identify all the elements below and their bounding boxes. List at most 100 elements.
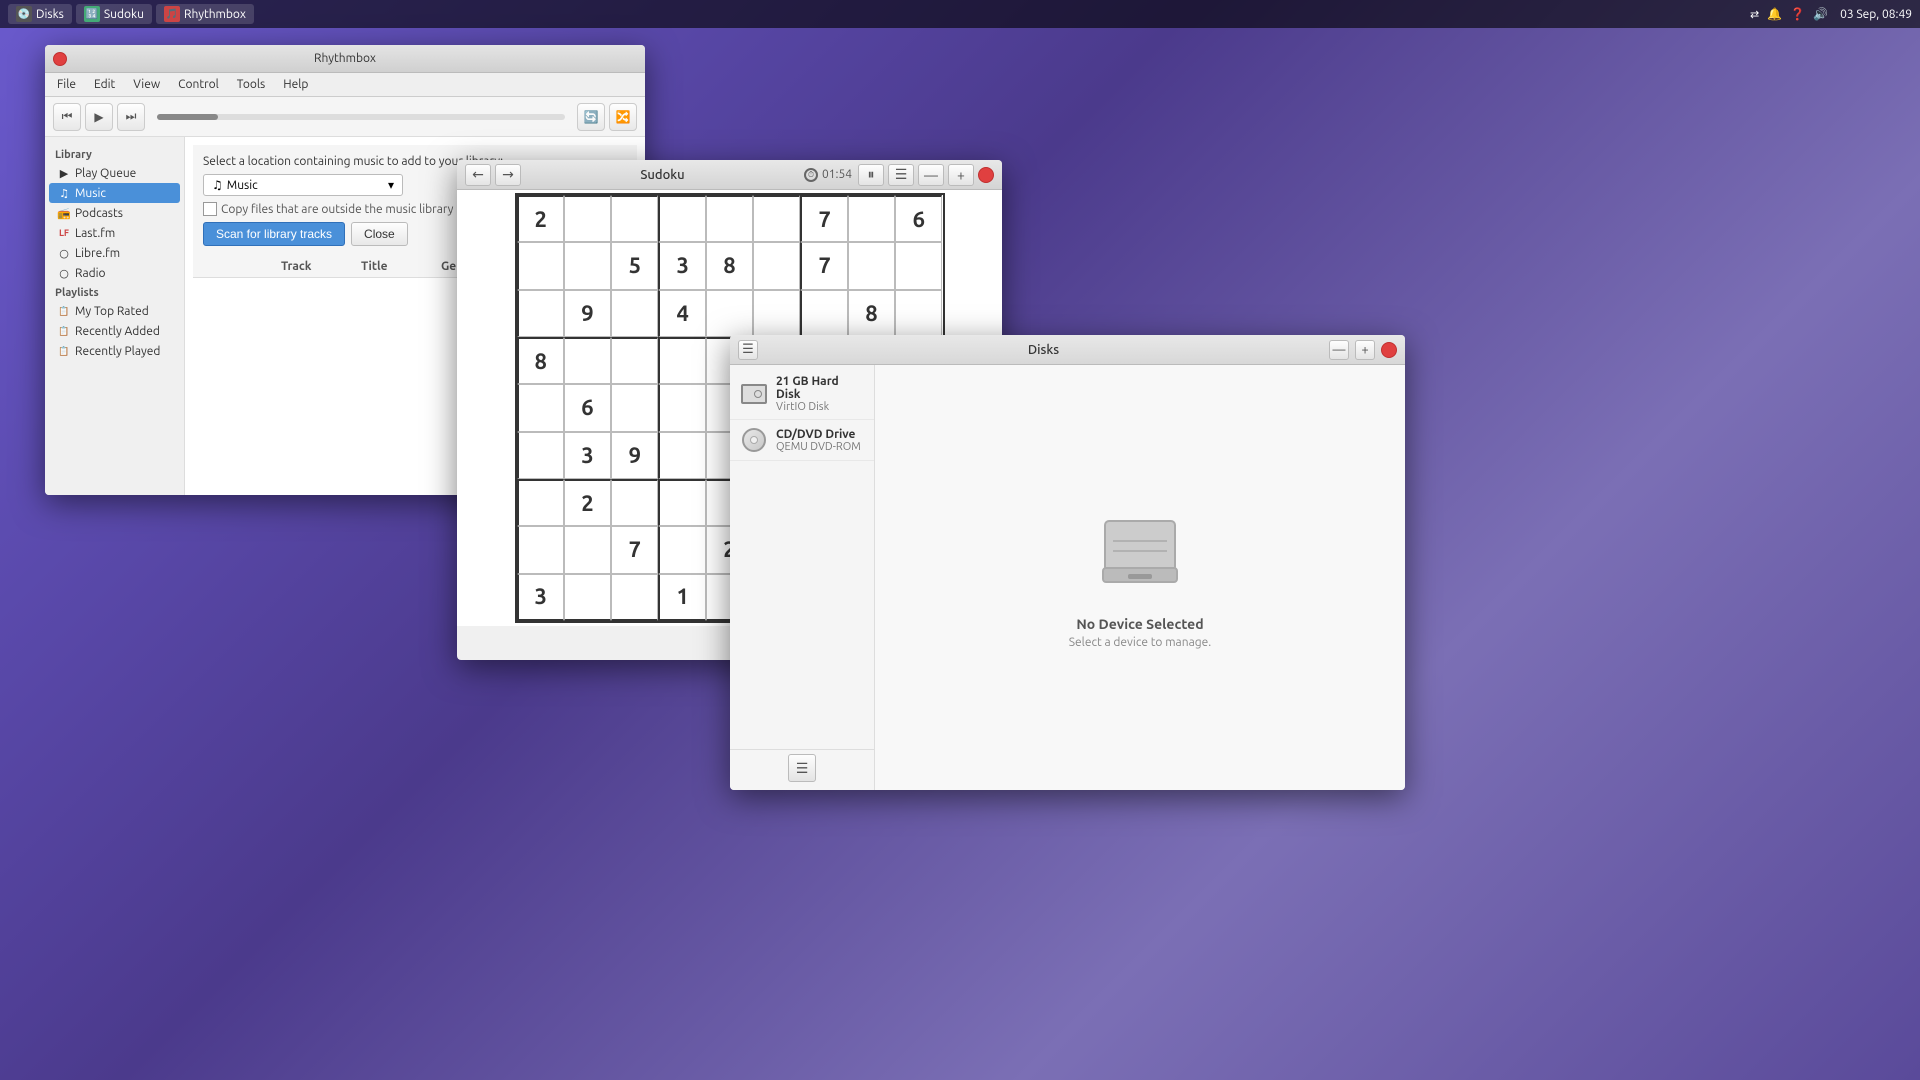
sudoku-cell-2-6[interactable]	[800, 290, 847, 337]
rb-shuffle-button[interactable]: 🔀	[609, 103, 637, 131]
sudoku-cell-2-3[interactable]: 4	[658, 290, 705, 337]
sudoku-cell-0-7[interactable]	[848, 195, 895, 242]
disks-toolbar-menu-icon[interactable]: ☰	[788, 754, 816, 782]
sudoku-cell-6-1[interactable]: 2	[564, 479, 611, 526]
disks-close-button[interactable]: ✕	[1381, 342, 1397, 358]
cdrom-sub: QEMU DVD-ROM	[776, 441, 864, 453]
rb-menu-view[interactable]: View	[125, 76, 168, 93]
sudoku-cell-1-6[interactable]: 7	[800, 242, 847, 289]
sudoku-cell-4-0[interactable]	[517, 384, 564, 431]
sudoku-cell-2-5[interactable]	[753, 290, 800, 337]
sudoku-cell-0-4[interactable]	[706, 195, 753, 242]
sudoku-cell-3-3[interactable]	[658, 337, 705, 384]
rhythmbox-close-button[interactable]	[53, 52, 67, 66]
sudoku-cell-0-3[interactable]	[658, 195, 705, 242]
sudoku-back-button[interactable]: ←	[465, 164, 491, 186]
disks-maximize-button[interactable]: +	[1355, 340, 1375, 360]
sudoku-cell-1-1[interactable]	[564, 242, 611, 289]
sudoku-cell-6-2[interactable]	[611, 479, 658, 526]
rb-menu-control[interactable]: Control	[170, 76, 227, 93]
sudoku-pause-button[interactable]: ⏸	[858, 164, 884, 186]
sidebar-item-play-queue[interactable]: ▶ Play Queue	[49, 163, 180, 183]
sidebar-item-top-rated[interactable]: 📋 My Top Rated	[49, 301, 180, 321]
sudoku-cell-1-3[interactable]: 3	[658, 242, 705, 289]
sudoku-cell-5-2[interactable]: 9	[611, 432, 658, 479]
sudoku-timer-value: 01:54	[822, 168, 852, 181]
sudoku-menu-button[interactable]: ☰	[888, 164, 914, 186]
rb-menu-tools[interactable]: Tools	[229, 76, 274, 93]
taskbar-app-rhythmbox[interactable]: 🎵 Rhythmbox	[156, 4, 254, 24]
rb-progress-bar[interactable]	[157, 114, 565, 120]
sudoku-cell-0-0[interactable]: 2	[517, 195, 564, 242]
sudoku-cell-8-2[interactable]	[611, 574, 658, 621]
sudoku-cell-0-8[interactable]: 6	[895, 195, 942, 242]
disks-device-cdrom[interactable]: CD/DVD Drive QEMU DVD-ROM	[730, 420, 874, 461]
sudoku-cell-1-5[interactable]	[753, 242, 800, 289]
sudoku-cell-3-1[interactable]	[564, 337, 611, 384]
sidebar-item-music[interactable]: ♫ Music	[49, 183, 180, 203]
sudoku-cell-1-7[interactable]	[848, 242, 895, 289]
sidebar-item-recently-played[interactable]: 📋 Recently Played	[49, 341, 180, 361]
import-location-value: Music	[227, 179, 258, 192]
sudoku-forward-button[interactable]: →	[495, 164, 521, 186]
sudoku-cell-0-2[interactable]	[611, 195, 658, 242]
sudoku-cell-8-0[interactable]: 3	[517, 574, 564, 621]
sudoku-cell-2-4[interactable]	[706, 290, 753, 337]
disks-menu-button[interactable]: ☰	[738, 340, 758, 360]
cdrom-device-icon	[740, 426, 768, 454]
rb-prev-button[interactable]: ⏮	[53, 103, 81, 131]
sudoku-cell-2-8[interactable]	[895, 290, 942, 337]
sudoku-cell-8-1[interactable]	[564, 574, 611, 621]
sudoku-cell-2-0[interactable]	[517, 290, 564, 337]
sidebar-item-recently-added[interactable]: 📋 Recently Added	[49, 321, 180, 341]
sudoku-cell-2-1[interactable]: 9	[564, 290, 611, 337]
sidebar-item-podcasts[interactable]: 📻 Podcasts	[49, 203, 180, 223]
sudoku-cell-0-6[interactable]: 7	[800, 195, 847, 242]
sudoku-cell-5-0[interactable]	[517, 432, 564, 479]
disks-device-hdd[interactable]: 21 GB Hard Disk VirtIO Disk	[730, 369, 874, 420]
rhythmbox-toolbar: ⏮ ▶ ⏭ 🔄 🔀	[45, 97, 645, 137]
sudoku-cell-6-3[interactable]	[658, 479, 705, 526]
close-import-button[interactable]: Close	[351, 222, 408, 246]
sudoku-maximize-button[interactable]: +	[948, 164, 974, 186]
sudoku-cell-0-5[interactable]	[753, 195, 800, 242]
sudoku-cell-3-2[interactable]	[611, 337, 658, 384]
sudoku-cell-4-3[interactable]	[658, 384, 705, 431]
rb-repeat-button[interactable]: 🔄	[577, 103, 605, 131]
rb-play-button[interactable]: ▶	[85, 103, 113, 131]
rb-menu-edit[interactable]: Edit	[86, 76, 123, 93]
sudoku-cell-2-7[interactable]: 8	[848, 290, 895, 337]
sudoku-cell-1-0[interactable]	[517, 242, 564, 289]
sudoku-cell-4-2[interactable]	[611, 384, 658, 431]
sudoku-cell-1-8[interactable]	[895, 242, 942, 289]
sudoku-cell-8-3[interactable]: 1	[658, 574, 705, 621]
scan-tracks-button[interactable]: Scan for library tracks	[203, 222, 345, 246]
sudoku-cell-6-0[interactable]	[517, 479, 564, 526]
rb-menu-file[interactable]: File	[49, 76, 84, 93]
sudoku-cell-4-1[interactable]: 6	[564, 384, 611, 431]
taskbar-app-disks[interactable]: 💿 Disks	[8, 4, 72, 24]
sidebar-item-librefm[interactable]: ○ Libre.fm	[49, 243, 180, 263]
sudoku-minimize-button[interactable]: —	[918, 164, 944, 186]
rb-menu-help[interactable]: Help	[275, 76, 316, 93]
sudoku-cell-1-2[interactable]: 5	[611, 242, 658, 289]
sudoku-cell-7-3[interactable]	[658, 526, 705, 573]
sudoku-cell-5-1[interactable]: 3	[564, 432, 611, 479]
sudoku-cell-0-1[interactable]	[564, 195, 611, 242]
sudoku-cell-7-1[interactable]	[564, 526, 611, 573]
sudoku-cell-5-3[interactable]	[658, 432, 705, 479]
hdd-device-icon	[740, 380, 768, 408]
sudoku-cell-1-4[interactable]: 8	[706, 242, 753, 289]
sudoku-cell-7-0[interactable]	[517, 526, 564, 573]
sudoku-cell-2-2[interactable]	[611, 290, 658, 337]
sidebar-item-radio[interactable]: ○ Radio	[49, 263, 180, 283]
copy-files-checkbox[interactable]	[203, 202, 217, 216]
disks-minimize-button[interactable]: —	[1329, 340, 1349, 360]
taskbar-app-sudoku[interactable]: 🔢 Sudoku	[76, 4, 152, 24]
sudoku-cell-3-0[interactable]: 8	[517, 337, 564, 384]
rb-next-button[interactable]: ⏭	[117, 103, 145, 131]
sudoku-close-button[interactable]: ✕	[978, 167, 994, 183]
sudoku-cell-7-2[interactable]: 7	[611, 526, 658, 573]
import-location-select[interactable]: ♫ Music ▾	[203, 174, 403, 196]
sidebar-item-lastfm[interactable]: LF Last.fm	[49, 223, 180, 243]
